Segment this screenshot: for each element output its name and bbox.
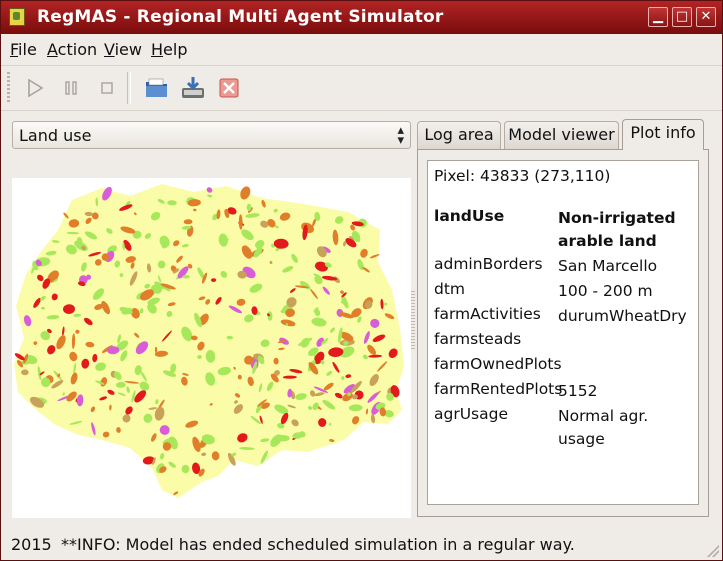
menu-action[interactable]: Action xyxy=(47,40,97,59)
land-use-map[interactable] xyxy=(12,178,411,518)
menu-action-accel: A xyxy=(47,40,58,59)
window-title: RegMAS - Regional Multi Agent Simulator xyxy=(37,7,444,27)
toolbar-separator xyxy=(127,72,131,104)
open-button[interactable] xyxy=(143,74,171,102)
info-value: Non-irrigated arable land xyxy=(558,209,676,250)
info-key: landUse xyxy=(434,207,505,225)
info-row-landuse: landUse Non-irrigated arable land xyxy=(434,207,704,255)
tab-model-viewer[interactable]: Model viewer xyxy=(504,121,619,149)
tab-plot-info[interactable]: Plot info xyxy=(622,119,704,150)
cancel-icon xyxy=(219,78,239,98)
info-key: dtm xyxy=(434,280,466,298)
info-key: farmOwnedPlots xyxy=(434,355,562,373)
menu-file-accel: F xyxy=(10,40,19,59)
plot-info-box: Pixel: 43833 (273,110) landUse Non-irrig… xyxy=(427,160,699,505)
cancel-button[interactable] xyxy=(215,74,243,102)
info-row-farmrentedplots: farmRentedPlots 5152 xyxy=(434,380,704,404)
info-key: adminBorders xyxy=(434,255,543,273)
open-folder-icon xyxy=(146,78,167,97)
layer-select[interactable]: Land use ▴ ▾ xyxy=(12,121,411,149)
main-window: RegMAS - Regional Multi Agent Simulator … xyxy=(0,0,723,561)
stop-button[interactable] xyxy=(93,74,121,102)
menu-help[interactable]: Help xyxy=(151,40,187,59)
land-use-patch xyxy=(246,203,252,211)
pause-icon xyxy=(65,81,77,95)
info-row-farmsteads: farmsteads xyxy=(434,330,704,354)
maximize-button[interactable]: □ xyxy=(672,7,692,27)
toolbar-grip[interactable] xyxy=(7,72,10,102)
menu-view-accel: V xyxy=(104,40,115,59)
info-key: farmActivities xyxy=(434,305,541,323)
info-row-agrusage: agrUsage Normal agr. usage xyxy=(434,405,704,448)
pause-button[interactable] xyxy=(57,74,85,102)
info-row-adminborders: adminBorders San Marcello xyxy=(434,255,704,279)
menu-action-label: ction xyxy=(57,40,98,59)
status-message: **INFO: Model has ended scheduled simula… xyxy=(61,535,575,554)
info-row-dtm: dtm 100 - 200 m xyxy=(434,280,704,304)
resize-grip[interactable] xyxy=(707,545,719,557)
stop-icon xyxy=(101,82,113,94)
info-row-farmownedplots: farmOwnedPlots xyxy=(434,355,704,379)
info-value: 100 - 200 m xyxy=(558,282,653,300)
info-row-farmactivities: farmActivities durumWheatDry xyxy=(434,305,704,329)
close-button[interactable]: ✕ xyxy=(696,7,716,27)
pane-splitter[interactable] xyxy=(411,291,415,351)
menu-help-accel: H xyxy=(151,40,164,59)
info-key: agrUsage xyxy=(434,405,509,423)
menu-help-label: elp xyxy=(163,40,188,59)
info-value: San Marcello xyxy=(558,257,658,275)
tab-log-area[interactable]: Log area xyxy=(417,121,501,149)
status-bar: 2015 **INFO: Model has ended scheduled s… xyxy=(1,530,722,560)
menu-view[interactable]: View xyxy=(104,40,142,59)
info-value: durumWheatDry xyxy=(558,307,687,325)
info-value: 5152 xyxy=(558,382,598,400)
save-button[interactable] xyxy=(179,74,207,102)
menu-bar: File Action View Help xyxy=(1,35,722,63)
info-value: Normal agr. usage xyxy=(558,407,649,448)
title-bar[interactable]: RegMAS - Regional Multi Agent Simulator … xyxy=(1,1,722,34)
menu-file-label: ile xyxy=(18,40,37,59)
status-year: 2015 xyxy=(11,535,52,554)
info-key: farmRentedPlots xyxy=(434,380,563,398)
app-logo-icon xyxy=(9,8,25,26)
menu-view-label: iew xyxy=(114,40,142,59)
minimize-button[interactable]: ▁ xyxy=(648,7,668,27)
play-icon xyxy=(28,78,44,98)
info-key: farmsteads xyxy=(434,330,522,348)
map-canvas xyxy=(14,184,404,498)
menu-file[interactable]: File xyxy=(10,40,37,59)
pixel-readout: Pixel: 43833 (273,110) xyxy=(434,167,611,185)
updown-arrow-icon: ▴ ▾ xyxy=(397,123,404,148)
save-icon xyxy=(182,77,204,98)
play-button[interactable] xyxy=(21,74,49,102)
plot-info-panel: Pixel: 43833 (273,110) landUse Non-irrig… xyxy=(417,149,709,517)
layer-select-value: Land use xyxy=(19,126,92,145)
toolbar xyxy=(1,65,722,111)
